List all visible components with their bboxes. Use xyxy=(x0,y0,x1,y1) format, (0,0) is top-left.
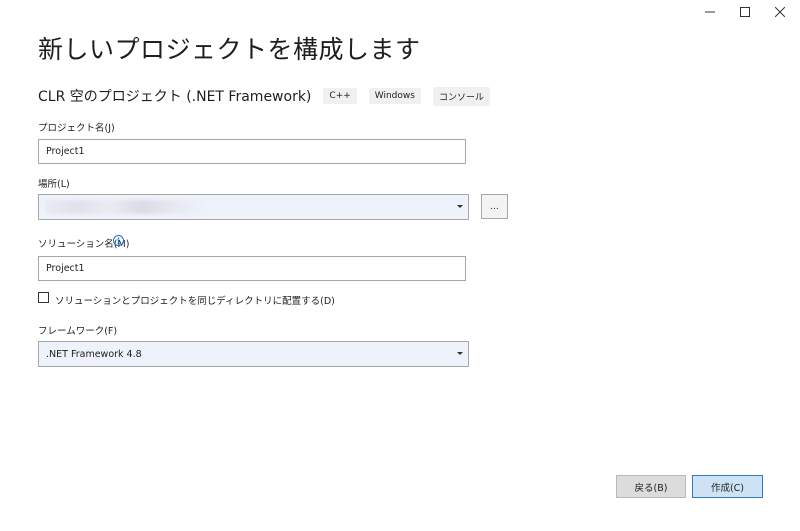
location-value-redacted xyxy=(46,200,206,214)
back-button[interactable]: 戻る(B) xyxy=(616,475,686,498)
tag-platform: Windows xyxy=(368,88,421,104)
tag-project-type: コンソール xyxy=(432,86,490,106)
framework-label: フレームワーク(F) xyxy=(38,326,118,337)
project-name-input[interactable]: Project1 xyxy=(38,139,466,164)
location-label: 場所(L) xyxy=(38,179,70,190)
chevron-down-icon xyxy=(457,352,463,355)
close-button[interactable] xyxy=(764,0,796,24)
browse-button[interactable]: ... xyxy=(481,194,508,219)
minimize-icon xyxy=(705,11,715,13)
tag-language: C++ xyxy=(323,88,357,104)
framework-select[interactable]: .NET Framework 4.8 xyxy=(38,341,469,367)
same-directory-label[interactable]: ソリューションとプロジェクトを同じディレクトリに配置する(D) xyxy=(55,293,335,307)
create-button[interactable]: 作成(C) xyxy=(692,475,763,498)
template-info: CLR 空のプロジェクト (.NET Framework) C++ Window… xyxy=(38,86,502,106)
maximize-button[interactable] xyxy=(729,0,761,24)
template-name: CLR 空のプロジェクト (.NET Framework) xyxy=(38,89,312,105)
project-name-label: プロジェクト名(J) xyxy=(38,123,115,134)
location-combo[interactable] xyxy=(38,194,469,220)
project-name-value: Project1 xyxy=(46,146,85,157)
chevron-down-icon xyxy=(457,205,463,208)
solution-name-value: Project1 xyxy=(46,263,85,274)
same-directory-checkbox[interactable] xyxy=(38,292,49,303)
solution-name-input[interactable]: Project1 xyxy=(38,256,466,281)
framework-value: .NET Framework 4.8 xyxy=(46,348,142,360)
minimize-button[interactable] xyxy=(694,0,726,24)
page-title: 新しいプロジェクトを構成します xyxy=(38,35,421,64)
close-icon xyxy=(775,7,785,17)
maximize-icon xyxy=(740,7,750,17)
info-icon[interactable]: i xyxy=(113,235,124,246)
